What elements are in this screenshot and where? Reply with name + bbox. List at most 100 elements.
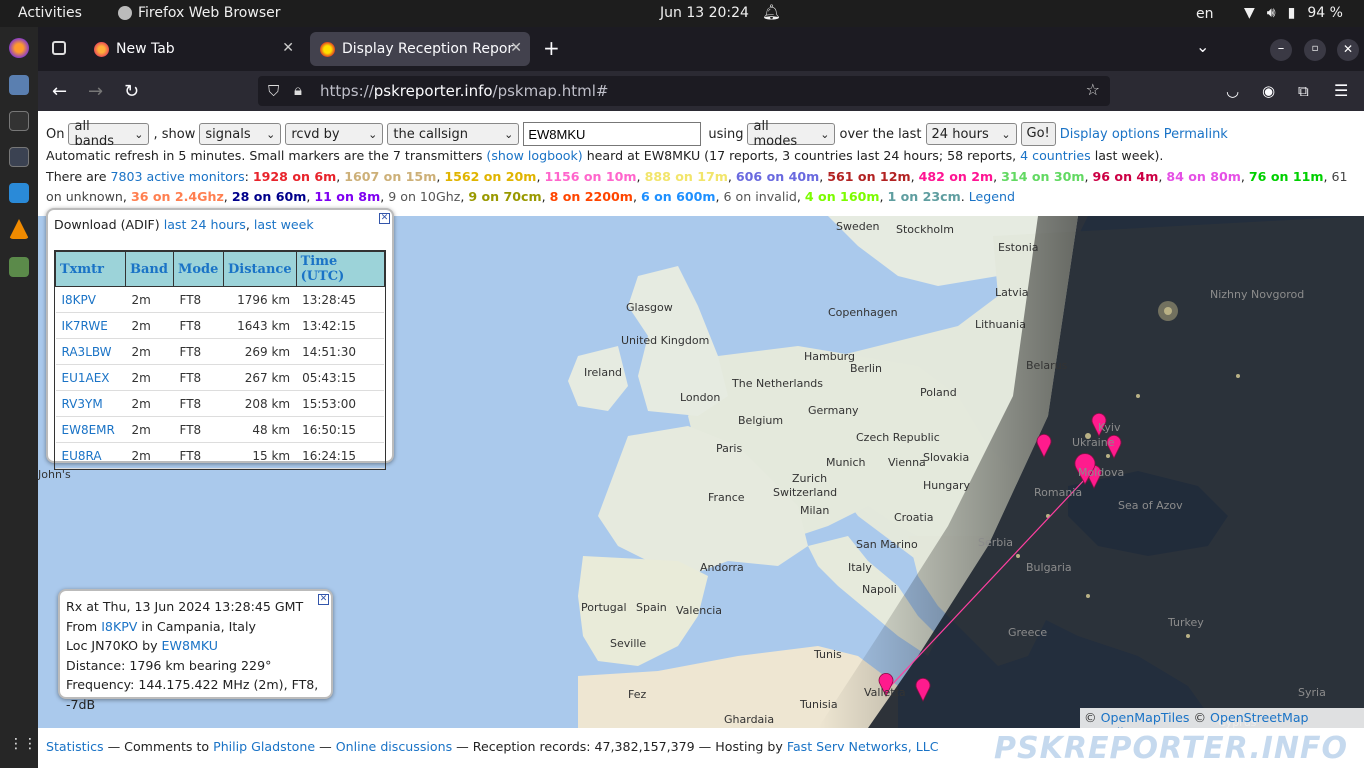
tab-bar: New Tab ✕ Display Reception Report ✕ + ⌄… [38,27,1364,71]
modes-select[interactable]: all modes [747,119,836,149]
countries-link[interactable]: 4 countries [1020,148,1091,163]
map-place-label: Portugal [581,601,627,614]
table-cell: 2m [125,416,174,443]
bands-select[interactable]: all bands [68,119,150,149]
loc-call-link[interactable]: EW8MKU [162,638,218,653]
txmtr-link[interactable]: RA3LBW [62,345,112,359]
clock[interactable]: Jun 13 20:24 [660,5,749,21]
system-monitor-dock-icon[interactable] [9,147,29,167]
vlc-dock-icon[interactable] [9,219,29,239]
map-place-label: Belarus [1026,359,1068,372]
close-tab-icon[interactable]: ✕ [282,40,294,56]
bookmark-star-icon[interactable]: ☆ [1086,80,1100,99]
txmtr-link[interactable]: EU8RA [62,449,102,463]
on-label: On [46,126,65,142]
map-place-label: The Netherlands [732,377,824,390]
terminal-dock-icon[interactable] [9,111,29,131]
lock-icon[interactable]: 🔒︎ [294,81,302,99]
txmtr-link[interactable]: IK7RWE [62,319,108,333]
reception-info-popup: ✕ Rx at Thu, 13 Jun 2024 13:28:45 GMT Fr… [58,589,333,712]
txmtr-link[interactable]: EW8EMR [62,423,115,437]
extensions-icon[interactable]: ⧉ [1298,82,1309,100]
monitors-colon: : [244,169,249,184]
period-select[interactable]: 24 hours [925,123,1017,145]
url-text[interactable]: https://pskreporter.info/pskmap.html# [320,82,608,100]
app-grid-icon[interactable]: ⋮⋮ [9,736,37,756]
online-discussions-link[interactable]: Online discussions [336,739,452,754]
table-cell: FT8 [173,312,224,339]
txmtr-link[interactable]: RV3YM [62,397,103,411]
active-monitors-link[interactable]: 7803 active monitors [110,169,244,184]
system-status-area[interactable]: ▼ 🔊︎ ▮ 94 % [1244,5,1343,21]
new-tab-button[interactable]: + [543,36,560,60]
column-header[interactable]: Time (UTC) [295,251,385,287]
close-window-button[interactable]: ✕ [1337,39,1359,61]
column-header[interactable]: Band [125,251,174,287]
column-header[interactable]: Txmtr [55,251,126,287]
map-place-label: Kyiv [1098,421,1121,434]
philip-gladstone-link[interactable]: Philip Gladstone [213,739,315,754]
download-last-week-link[interactable]: last week [254,217,314,232]
tab-overview-icon[interactable] [52,41,66,55]
rcvd-select[interactable]: rcvd by [285,123,384,145]
download-last-24-hours-link[interactable]: last 24 hours [164,217,246,232]
legend-link[interactable]: Legend [969,189,1015,204]
reload-button[interactable]: ↻ [124,81,139,102]
table-cell: FT8 [173,390,224,417]
table-row: I8KPV 2m FT8 1796 km 13:28:45 [55,286,385,313]
firefox-dock-icon[interactable] [9,38,29,58]
table-cell: 2m [125,312,174,339]
fast-serv-link[interactable]: Fast Serv Networks, LLC [787,739,939,754]
column-header[interactable]: Distance [223,251,297,287]
close-reports-popup-icon[interactable]: ✕ [379,213,390,224]
files-dock-icon[interactable] [9,75,29,95]
table-cell: FT8 [179,318,202,333]
go-button[interactable]: Go! [1020,122,1056,146]
vscode-dock-icon[interactable] [9,183,29,203]
tab-display-reception-report[interactable]: Display Reception Report ✕ [310,32,530,66]
from-call-link[interactable]: I8KPV [101,619,137,634]
band-count: 1607 on 15m [344,169,437,184]
url-bar[interactable]: ⛉ 🔒︎ https://pskreporter.info/pskmap.htm… [258,76,1110,106]
tracking-protection-icon[interactable]: ⛉ [268,82,279,100]
table-cell: 48 km [223,416,297,443]
table-cell: 2m [125,364,174,391]
show-select[interactable]: signals [199,123,282,145]
txmtr-link[interactable]: I8KPV [62,293,97,307]
monitors-prefix: There are [46,169,111,184]
statistics-link[interactable]: Statistics [46,739,104,754]
table-cell: FT8 [179,396,202,411]
trash-dock-icon[interactable] [9,257,29,277]
menu-icon[interactable]: ☰ [1334,81,1348,100]
back-button[interactable]: ← [52,81,67,102]
tab-new-tab[interactable]: New Tab ✕ [84,32,302,66]
close-tab-icon[interactable]: ✕ [510,40,522,56]
forward-button[interactable]: → [88,81,103,102]
band-count: 1928 on 6m [252,169,337,184]
list-all-tabs-icon[interactable]: ⌄ [1196,37,1209,56]
map-place-label: United Kingdom [621,334,710,347]
table-cell: EU8RA [55,442,126,469]
table-cell: FT8 [173,442,224,469]
app-menu[interactable]: Firefox Web Browser [118,5,281,21]
openmaptiles-link[interactable]: OpenMapTiles [1101,710,1190,725]
tab-label: Display Reception Report [342,41,514,57]
maximize-button[interactable]: ▫ [1304,39,1326,61]
column-header[interactable]: Mode [173,251,224,287]
activities-button[interactable]: Activities [18,5,82,21]
minimize-button[interactable]: – [1270,39,1292,61]
table-cell: 13:28:45 [302,292,357,307]
callsign-input[interactable] [523,122,702,146]
show-logbook-link[interactable]: (show logbook) [486,148,582,163]
table-cell: FT8 [173,364,224,391]
pskreporter-tab-icon [320,41,335,57]
pocket-icon[interactable]: ◡ [1226,82,1239,100]
permalink-link[interactable]: Permalink [1164,127,1228,142]
callsign-type-select[interactable]: the callsign [387,123,520,145]
keyboard-language[interactable]: en [1196,6,1214,22]
map-attribution: © OpenMapTiles © OpenStreetMap contribut… [1080,708,1364,728]
account-icon[interactable]: ◉ [1262,82,1275,100]
txmtr-link[interactable]: EU1AEX [62,371,110,385]
query-controls: On all bands , show signals rcvd by the … [46,119,1228,149]
display-options-link[interactable]: Display options [1060,127,1160,142]
